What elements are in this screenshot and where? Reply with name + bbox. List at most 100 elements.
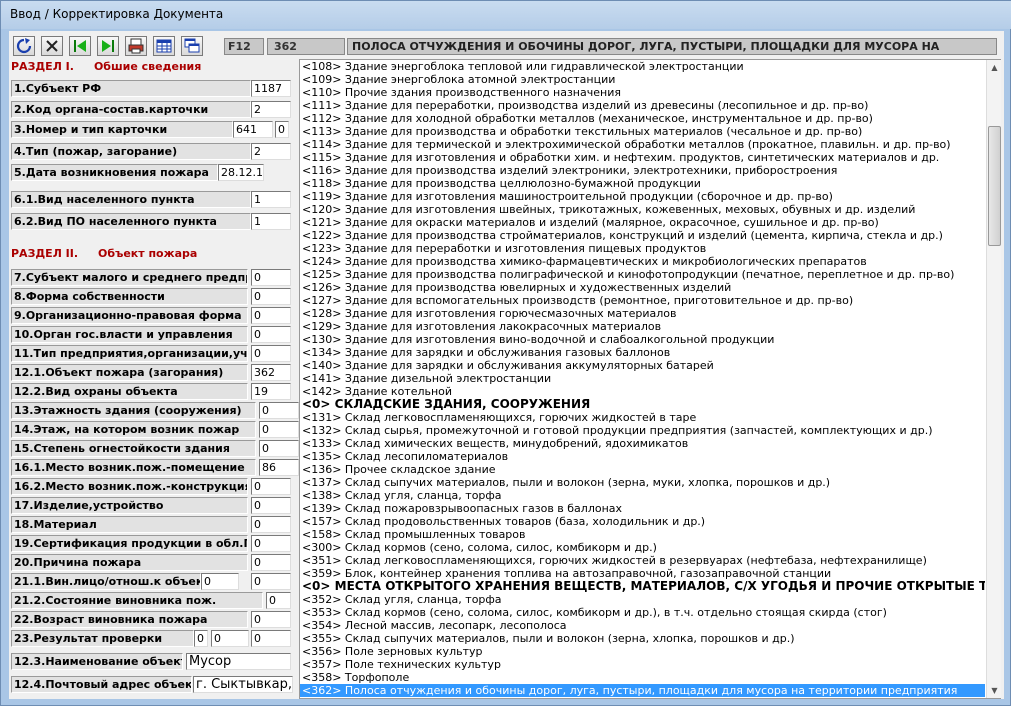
list-item[interactable]: <109> Здание энергоблока атомной электро…	[300, 73, 985, 86]
field-input[interactable]: 0	[251, 573, 291, 590]
field-input[interactable]: 0	[251, 535, 291, 552]
field-input[interactable]: 0	[251, 345, 291, 362]
field-input[interactable]: 0	[275, 121, 289, 138]
field-input[interactable]: 0	[251, 497, 291, 514]
field-input[interactable]: 0	[201, 573, 239, 590]
list-item[interactable]: <135> Склад лесопиломатериалов	[300, 450, 985, 463]
field-input[interactable]: 641	[233, 121, 273, 138]
list-item[interactable]: <130> Здание для изготовления вино-водоч…	[300, 333, 985, 346]
field-input[interactable]: 0	[251, 478, 291, 495]
field-input[interactable]: 0	[251, 307, 291, 324]
field-input[interactable]: 1187	[251, 80, 291, 97]
field-input[interactable]: 0	[251, 326, 291, 343]
field-input[interactable]: 2	[251, 143, 291, 160]
list-item[interactable]: <137> Склад сыпучих материалов, пыли и в…	[300, 476, 985, 489]
field-input[interactable]: 0	[259, 402, 299, 419]
table-icon	[156, 39, 172, 53]
table-button[interactable]	[153, 36, 175, 56]
list-item[interactable]: <134> Здание для зарядки и обслуживания …	[300, 346, 985, 359]
list-item[interactable]: <352> Склад угля, сланца, торфа	[300, 593, 985, 606]
list-item[interactable]: <300> Склад кормов (сено, солома, силос,…	[300, 541, 985, 554]
list-item[interactable]: <125> Здание для производства полиграфич…	[300, 268, 985, 281]
field-input[interactable]: 0	[251, 630, 291, 647]
list-item[interactable]: <351> Склад легковоспламеняющихся, горюч…	[300, 554, 985, 567]
list-item[interactable]: <128> Здание для изготовления горючесмаз…	[300, 307, 985, 320]
list-item[interactable]: <141> Здание дизельной электростанции	[300, 372, 985, 385]
field-input[interactable]: 0	[251, 516, 291, 533]
list-item[interactable]: <0> МЕСТА ОТКРЫТОГО ХРАНЕНИЯ ВЕЩЕСТВ, МА…	[300, 580, 985, 593]
scroll-up-icon[interactable]: ▲	[987, 60, 1002, 75]
back-button[interactable]	[69, 36, 91, 56]
list-item[interactable]: <113> Здание для производства и обработк…	[300, 125, 985, 138]
field-input[interactable]: 0	[211, 630, 249, 647]
list-item[interactable]: <131> Склад легковоспламеняющихся, горюч…	[300, 411, 985, 424]
list-item[interactable]: <110> Прочие здания производственного на…	[300, 86, 985, 99]
field-input[interactable]: 1	[251, 191, 291, 208]
list-item[interactable]: <120> Здание для изготовления швейных, т…	[300, 203, 985, 216]
list-item[interactable]: <126> Здание для производства ювелирных …	[300, 281, 985, 294]
list-item[interactable]: <356> Поле зерновых культур	[300, 645, 985, 658]
list-item[interactable]: <127> Здание для вспомогательных произво…	[300, 294, 985, 307]
field-input[interactable]: 86	[259, 459, 299, 476]
list-item[interactable]: <357> Поле технических культур	[300, 658, 985, 671]
print-button[interactable]	[125, 36, 147, 56]
field-input[interactable]: 0	[194, 630, 208, 647]
field-input[interactable]: 2	[251, 101, 291, 118]
list-item[interactable]: <118> Здание для производства целлюлозно…	[300, 177, 985, 190]
list-item[interactable]: <119> Здание для изготовления машиностро…	[300, 190, 985, 203]
list-item[interactable]: <362> Полоса отчуждения и обочины дорог,…	[300, 684, 985, 697]
field-input[interactable]: 362	[251, 364, 291, 381]
list-item[interactable]: <116> Здание для производства изделий эл…	[300, 164, 985, 177]
field-input[interactable]: 0	[251, 554, 291, 571]
list-item[interactable]: <142> Здание котельной	[300, 385, 985, 398]
list-item[interactable]: <355> Склад сыпучих материалов, пыли и в…	[300, 632, 985, 645]
list-item[interactable]: <124> Здание для производства химико-фар…	[300, 255, 985, 268]
field-input[interactable]: 0	[251, 611, 291, 628]
list-item[interactable]: <140> Здание для зарядки и обслуживания …	[300, 359, 985, 372]
list-item[interactable]: <121> Здание для окраски материалов и из…	[300, 216, 985, 229]
list-item[interactable]: <132> Склад сырья, промежуточной и готов…	[300, 424, 985, 437]
field-input[interactable]: 19	[251, 383, 291, 400]
field-label: 9.Организационно-правовая форма	[11, 307, 248, 324]
field-input[interactable]: 28.12.11	[218, 164, 264, 181]
list-item[interactable]: <353> Склад кормов (сено, солома, силос,…	[300, 606, 985, 619]
object-list[interactable]: <108> Здание энергоблока тепловой или ги…	[299, 59, 1001, 699]
field-input[interactable]: 0	[251, 288, 291, 305]
list-item[interactable]: <359> Блок, контейнер хранения топлива н…	[300, 567, 985, 580]
list-item[interactable]: <158> Склад промышленных товаров	[300, 528, 985, 541]
scroll-down-icon[interactable]: ▼	[987, 683, 1002, 698]
list-item[interactable]: <138> Склад угля, сланца, торфа	[300, 489, 985, 502]
field-input[interactable]: Мусор	[186, 653, 291, 670]
list-item[interactable]: <129> Здание для изготовления лакокрасоч…	[300, 320, 985, 333]
field-label: 12.2.Вид охраны объекта	[11, 383, 248, 400]
list-item[interactable]: <157> Склад продовольственных товаров (б…	[300, 515, 985, 528]
list-item[interactable]: <133> Склад химических веществ, минудобр…	[300, 437, 985, 450]
scroll-thumb[interactable]	[988, 126, 1001, 246]
list-item[interactable]: <122> Здание для производства стройматер…	[300, 229, 985, 242]
field-input[interactable]: 0	[259, 421, 299, 438]
refresh-button[interactable]	[13, 36, 35, 56]
forward-button[interactable]	[97, 36, 119, 56]
field-input[interactable]: 0	[251, 269, 291, 286]
field-input[interactable]: 0	[259, 440, 299, 457]
list-item[interactable]: <115> Здание для изготовления и обработк…	[300, 151, 985, 164]
list-item[interactable]: <139> Склад пожаровзрывоопасных газов в …	[300, 502, 985, 515]
field-input[interactable]: 0	[266, 592, 291, 609]
list-item[interactable]: <354> Лесной массив, лесопарк, лесополос…	[300, 619, 985, 632]
field-label: 1.Субъект РФ	[11, 80, 251, 97]
list-item[interactable]: <111> Здание для переработки, производст…	[300, 99, 985, 112]
list-item[interactable]: <358> Торфополе	[300, 671, 985, 684]
list-item[interactable]: <112> Здание для холодной обработки мета…	[300, 112, 985, 125]
windows-button[interactable]	[181, 36, 203, 56]
list-item[interactable]: <123> Здание для переработки и изготовле…	[300, 242, 985, 255]
field-label: 16.2.Место возник.пож.-конструкция	[11, 478, 248, 495]
list-item[interactable]: <108> Здание энергоблока тепловой или ги…	[300, 60, 985, 73]
list-item[interactable]: <136> Прочее складское здание	[300, 463, 985, 476]
list-item[interactable]: <114> Здание для термической и электрохи…	[300, 138, 985, 151]
cancel-button[interactable]	[41, 36, 63, 56]
list-item[interactable]: <0> СКЛАДСКИЕ ЗДАНИЯ, СООРУЖЕНИЯ	[300, 398, 985, 411]
field-input[interactable]: г. Сыктывкар,	[193, 676, 293, 693]
scrollbar[interactable]: ▲ ▼	[986, 60, 1001, 698]
field-input[interactable]: 1	[251, 213, 291, 230]
field-label: 12.3.Наименование объекта	[11, 653, 183, 670]
